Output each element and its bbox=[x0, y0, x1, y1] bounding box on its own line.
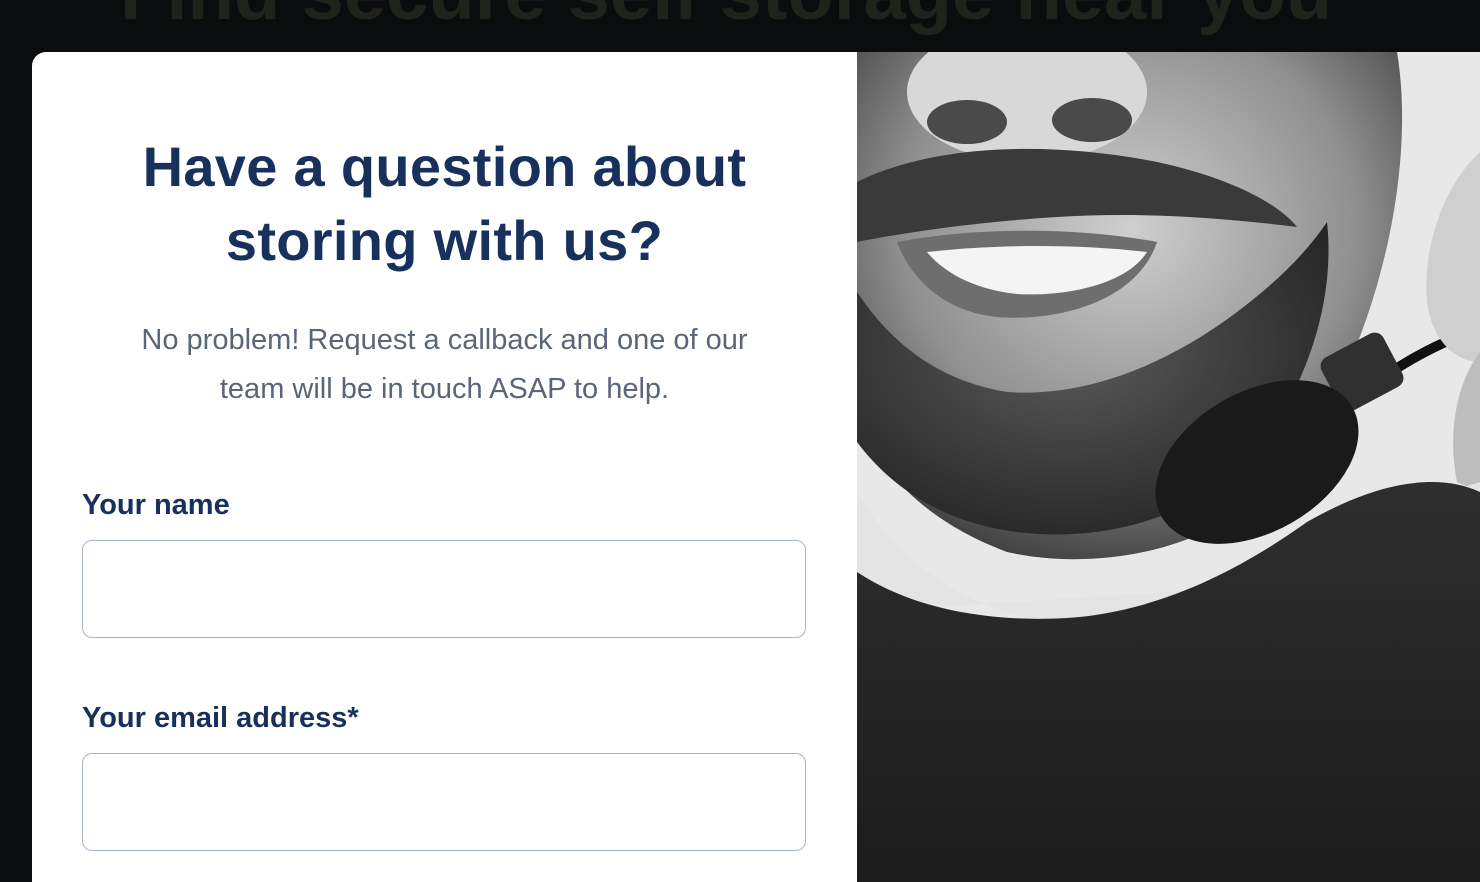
name-label: Your name bbox=[82, 489, 230, 521]
support-agent-photo bbox=[857, 52, 1480, 882]
email-label: Your email address* bbox=[82, 702, 359, 734]
modal-title: Have a question about storing with us? bbox=[142, 135, 747, 272]
callback-modal: Have a question about storing with us? N… bbox=[32, 52, 1480, 882]
email-field-group: Your email address* bbox=[82, 701, 807, 851]
callback-form: Have a question about storing with us? N… bbox=[32, 52, 857, 882]
modal-subtitle: No problem! Request a callback and one o… bbox=[141, 324, 748, 405]
name-input[interactable] bbox=[82, 540, 806, 638]
agent-photo-illustration bbox=[857, 52, 1480, 882]
name-field-group: Your name bbox=[82, 488, 807, 638]
backdrop-heading: Find secure self storage near you bbox=[120, 0, 1460, 40]
email-input[interactable] bbox=[82, 753, 806, 851]
